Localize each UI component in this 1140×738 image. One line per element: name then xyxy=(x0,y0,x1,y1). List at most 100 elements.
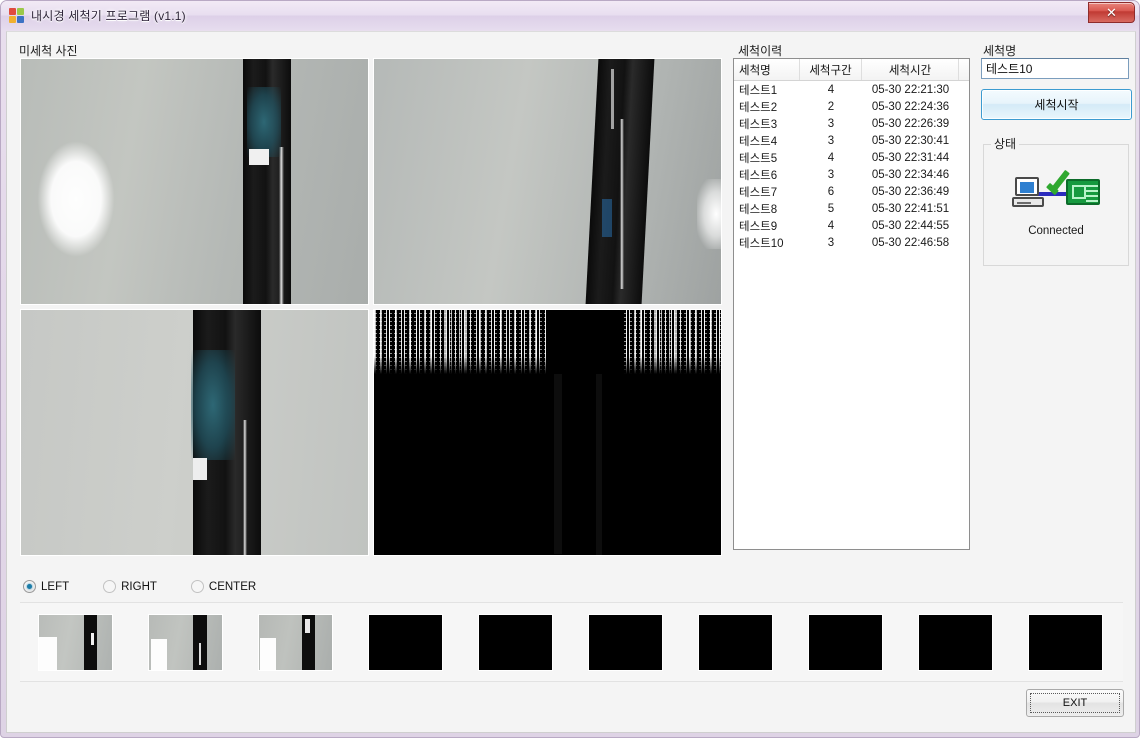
table-row[interactable]: 테스트5 4 05-30 22:31:44 xyxy=(734,149,969,166)
cell-time: 05-30 22:41:51 xyxy=(871,202,950,215)
column-header-name[interactable]: 세척명 xyxy=(734,59,800,80)
thumbnail-slot[interactable] xyxy=(900,602,1010,682)
thumbnail-slot[interactable] xyxy=(240,602,350,682)
bright-spot xyxy=(193,458,207,480)
table-row[interactable]: 테스트1 4 05-30 22:21:30 xyxy=(734,81,969,98)
tube-highlight xyxy=(243,420,247,555)
close-button[interactable]: ✕ xyxy=(1088,2,1135,23)
tube-highlight xyxy=(279,147,284,304)
cell-section: 6 xyxy=(827,185,835,198)
thumbnail-slot[interactable] xyxy=(680,602,790,682)
cell-time: 05-30 22:26:39 xyxy=(871,117,950,130)
cell-name: 테스트2 xyxy=(739,101,778,114)
cell-time: 05-30 22:24:36 xyxy=(871,100,950,113)
tube-highlight xyxy=(620,119,624,289)
thumbnail-1[interactable] xyxy=(37,613,113,671)
column-header-spacer[interactable] xyxy=(959,59,969,80)
photo-bottom-left[interactable] xyxy=(20,309,369,556)
cell-name: 테스트1 xyxy=(739,84,778,97)
radio-right[interactable]: RIGHT xyxy=(103,580,157,593)
table-row[interactable]: 테스트4 3 05-30 22:30:41 xyxy=(734,132,969,149)
title-bar[interactable]: 내시경 세척기 프로그램 (v1.1) ✕ xyxy=(1,1,1139,30)
thumbnail-2[interactable] xyxy=(147,613,223,671)
thumbnail-slot[interactable] xyxy=(130,602,240,682)
cell-section: 2 xyxy=(827,100,835,113)
blue-tint xyxy=(602,199,612,237)
start-wash-button[interactable]: 세척시작 xyxy=(981,89,1132,120)
thumbnail-slot[interactable] xyxy=(1010,602,1120,682)
table-row[interactable]: 테스트7 6 05-30 22:36:49 xyxy=(734,183,969,200)
radio-center-label: CENTER xyxy=(208,580,257,593)
radio-center[interactable]: CENTER xyxy=(190,580,257,593)
cell-section: 5 xyxy=(827,202,835,215)
cell-time: 05-30 22:34:46 xyxy=(871,168,950,181)
cell-name: 테스트7 xyxy=(739,186,778,199)
photo-grid xyxy=(20,58,726,558)
column-header-time[interactable]: 세척시간 xyxy=(862,59,959,80)
thumbnail-9[interactable] xyxy=(917,613,993,671)
network-connected-icon xyxy=(1012,169,1100,211)
status-text: Connected xyxy=(1028,225,1084,237)
thumbnail-8[interactable] xyxy=(807,613,883,671)
close-icon: ✕ xyxy=(1106,5,1117,20)
residue-patch xyxy=(191,350,235,460)
table-row[interactable]: 테스트8 5 05-30 22:41:51 xyxy=(734,200,969,217)
status-group-label: 상태 xyxy=(991,135,1020,152)
side-selector: LEFT RIGHT CENTER xyxy=(23,580,256,593)
listview-header: 세척명 세척구간 세척시간 xyxy=(734,59,969,81)
dark-streak xyxy=(554,374,562,554)
thumbnail-5[interactable] xyxy=(477,613,553,671)
photo-image xyxy=(21,59,368,304)
thumbnail-slot[interactable] xyxy=(20,602,130,682)
noise-gap xyxy=(546,310,624,374)
thumbnail-10[interactable] xyxy=(1027,613,1103,671)
thumbnail-slot[interactable] xyxy=(570,602,680,682)
thumbnail-strip xyxy=(20,602,1123,682)
photos-group-label: 미세척 사진 xyxy=(19,44,78,58)
exit-label: EXIT xyxy=(1062,697,1088,709)
wash-name-label: 세척명 xyxy=(983,44,1017,58)
column-header-section[interactable]: 세척구간 xyxy=(800,59,862,80)
app-window: 내시경 세척기 프로그램 (v1.1) ✕ 미세척 사진 LEFT RIGHT … xyxy=(0,0,1140,738)
table-row[interactable]: 테스트6 3 05-30 22:34:46 xyxy=(734,166,969,183)
table-row[interactable]: 테스트2 2 05-30 22:24:36 xyxy=(734,98,969,115)
thumbnail-slot[interactable] xyxy=(460,602,570,682)
wash-name-input[interactable]: 테스트10 xyxy=(981,58,1129,79)
cell-section: 3 xyxy=(827,168,835,181)
tube-speckles xyxy=(611,69,614,129)
table-row[interactable]: 테스트10 3 05-30 22:46:58 xyxy=(734,234,969,251)
cell-name: 테스트5 xyxy=(739,152,778,165)
window-glare xyxy=(697,179,721,249)
windows-logo-icon xyxy=(8,7,25,24)
table-row[interactable]: 테스트9 4 05-30 22:44:55 xyxy=(734,217,969,234)
exit-button[interactable]: EXIT xyxy=(1026,689,1124,717)
listview-body: 테스트1 4 05-30 22:21:30 테스트2 2 05-30 22:24… xyxy=(734,81,969,251)
cell-name: 테스트10 xyxy=(739,237,784,250)
thumbnail-7[interactable] xyxy=(697,613,773,671)
history-listview[interactable]: 세척명 세척구간 세척시간 테스트1 4 05-30 22:21:30 테스트2… xyxy=(733,58,970,550)
photo-image xyxy=(374,59,721,304)
thumbnail-3[interactable] xyxy=(257,613,333,671)
radio-left[interactable]: LEFT xyxy=(23,580,69,593)
photo-top-left[interactable] xyxy=(20,58,369,305)
cell-section: 3 xyxy=(827,236,835,249)
thumbnail-slot[interactable] xyxy=(790,602,900,682)
cell-section: 4 xyxy=(827,219,835,232)
bright-spot xyxy=(249,149,269,165)
check-icon xyxy=(1045,169,1072,197)
photo-top-right[interactable] xyxy=(373,58,722,305)
status-group: 상태 Connected xyxy=(983,135,1129,266)
cell-section: 4 xyxy=(827,151,835,164)
cell-section: 4 xyxy=(827,83,835,96)
table-row[interactable]: 테스트3 3 05-30 22:26:39 xyxy=(734,115,969,132)
radio-left-label: LEFT xyxy=(41,580,70,593)
thumbnail-slot[interactable] xyxy=(350,602,460,682)
photo-bottom-right[interactable] xyxy=(373,309,722,556)
cell-name: 테스트9 xyxy=(739,220,778,233)
history-group-label: 세척이력 xyxy=(738,44,783,58)
radio-right-label: RIGHT xyxy=(121,580,157,593)
radio-indicator xyxy=(103,580,117,593)
thumbnail-6[interactable] xyxy=(587,613,663,671)
cell-name: 테스트4 xyxy=(739,135,778,148)
thumbnail-4[interactable] xyxy=(367,613,443,671)
